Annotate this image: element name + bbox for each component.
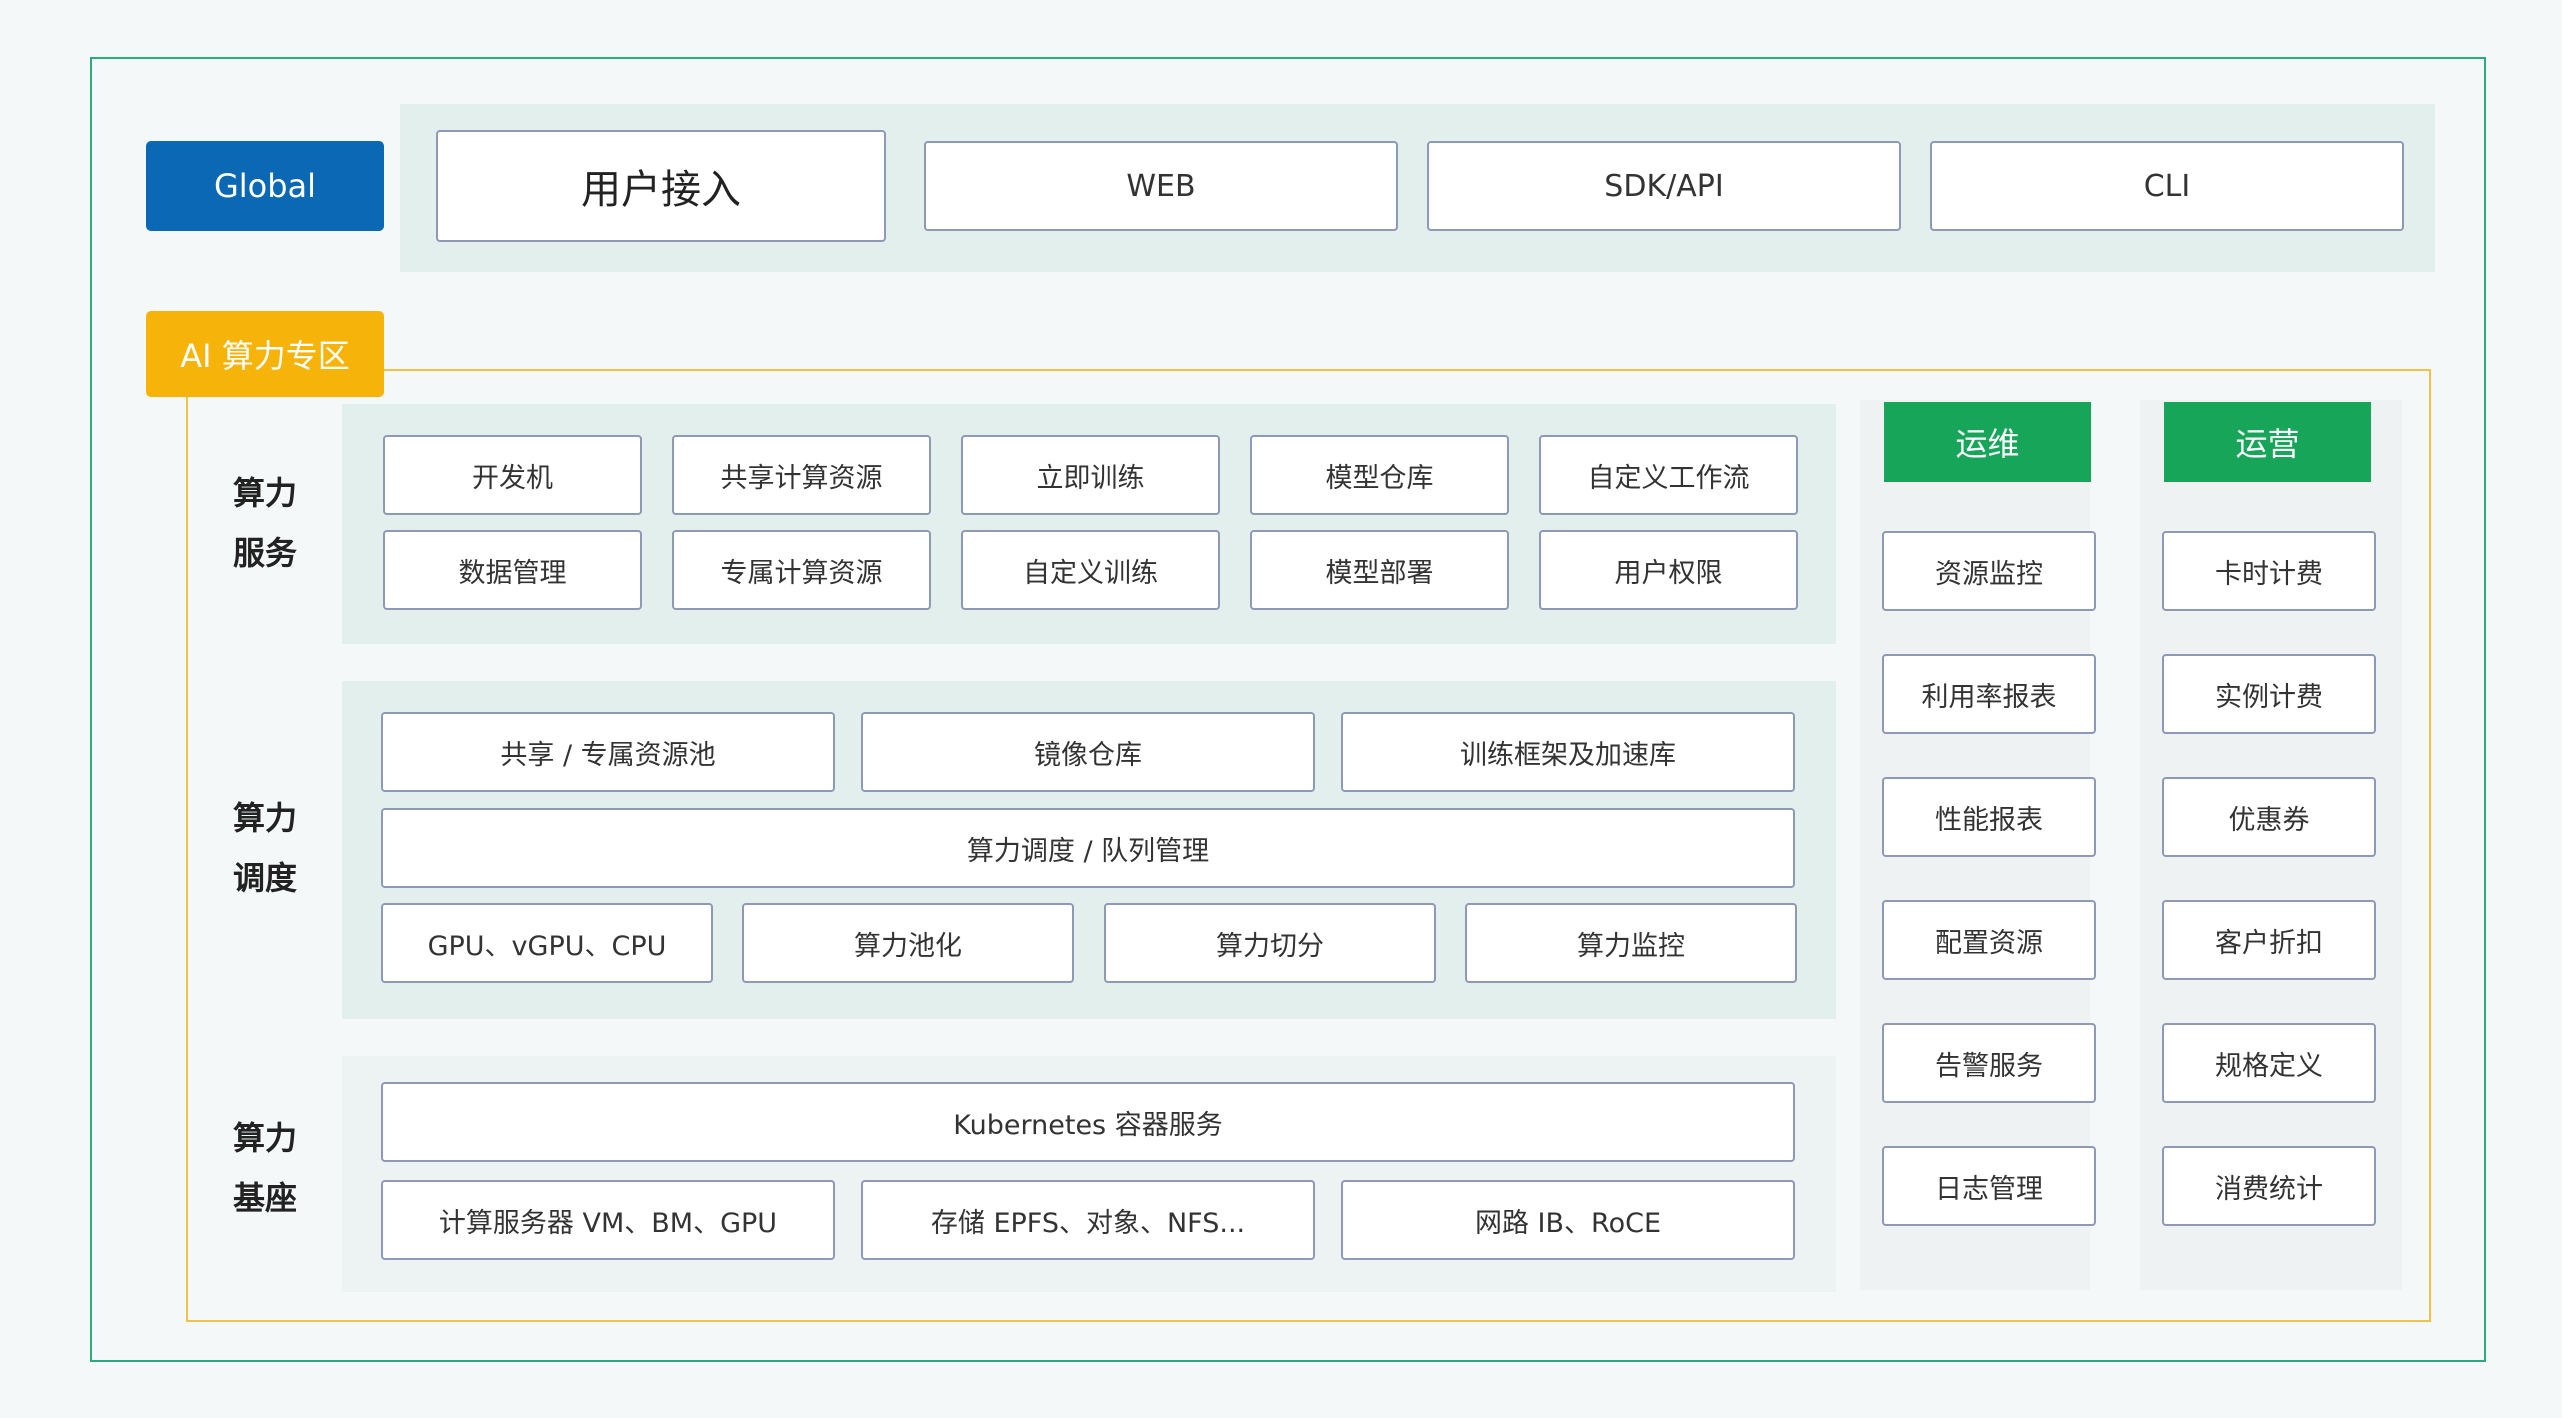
base-label-line1: 算力 — [232, 1119, 297, 1157]
operation-item: 优惠券 — [2162, 777, 2376, 857]
scheduling-queue-box: 算力调度 / 队列管理 — [381, 808, 1795, 888]
ai-zone-tag: AI 算力专区 — [146, 311, 384, 397]
ops-item: 告警服务 — [1882, 1023, 2096, 1103]
scheduling-item: 算力切分 — [1104, 903, 1436, 983]
service-item: 立即训练 — [961, 435, 1220, 515]
ops-item: 利用率报表 — [1882, 654, 2096, 734]
scheduling-section-label: 算力 调度 — [220, 788, 310, 908]
operation-item: 消费统计 — [2162, 1146, 2376, 1226]
user-access-box: 用户接入 — [436, 130, 886, 242]
base-label-line2: 基座 — [232, 1179, 297, 1217]
channel-cli: CLI — [1930, 141, 2404, 231]
operation-item: 规格定义 — [2162, 1023, 2376, 1103]
scheduling-item: 共享 / 专属资源池 — [381, 712, 835, 792]
service-label-line1: 算力 — [232, 474, 297, 512]
base-item: 网路 IB、RoCE — [1341, 1180, 1795, 1260]
ops-item: 配置资源 — [1882, 900, 2096, 980]
service-item: 共享计算资源 — [672, 435, 931, 515]
scheduling-label-line1: 算力 — [232, 799, 297, 837]
base-item: 存储 EPFS、对象、NFS... — [861, 1180, 1315, 1260]
ops-item: 日志管理 — [1882, 1146, 2096, 1226]
service-item: 开发机 — [383, 435, 642, 515]
global-tag: Global — [146, 141, 384, 231]
scheduling-item: 镜像仓库 — [861, 712, 1315, 792]
service-label-line2: 服务 — [232, 534, 297, 572]
scheduling-item: 算力池化 — [742, 903, 1074, 983]
operation-item: 实例计费 — [2162, 654, 2376, 734]
scheduling-label-line2: 调度 — [232, 859, 297, 897]
base-item: 计算服务器 VM、BM、GPU — [381, 1180, 835, 1260]
service-item: 专属计算资源 — [672, 530, 931, 610]
ops-item: 性能报表 — [1882, 777, 2096, 857]
service-item: 模型仓库 — [1250, 435, 1509, 515]
service-item: 自定义工作流 — [1539, 435, 1798, 515]
base-section-label: 算力 基座 — [220, 1108, 310, 1228]
channel-sdk-api: SDK/API — [1427, 141, 1901, 231]
scheduling-item: 算力监控 — [1465, 903, 1797, 983]
operation-item: 客户折扣 — [2162, 900, 2376, 980]
channel-web: WEB — [924, 141, 1398, 231]
ops-item: 资源监控 — [1882, 531, 2096, 611]
service-item: 自定义训练 — [961, 530, 1220, 610]
scheduling-item: GPU、vGPU、CPU — [381, 903, 713, 983]
ops-title: 运维 — [1884, 402, 2091, 482]
scheduling-item: 训练框架及加速库 — [1341, 712, 1795, 792]
operation-item: 卡时计费 — [2162, 531, 2376, 611]
service-section-label: 算力 服务 — [220, 463, 310, 583]
kubernetes-box: Kubernetes 容器服务 — [381, 1082, 1795, 1162]
service-item: 用户权限 — [1539, 530, 1798, 610]
operation-title: 运营 — [2164, 402, 2371, 482]
service-item: 模型部署 — [1250, 530, 1509, 610]
service-item: 数据管理 — [383, 530, 642, 610]
